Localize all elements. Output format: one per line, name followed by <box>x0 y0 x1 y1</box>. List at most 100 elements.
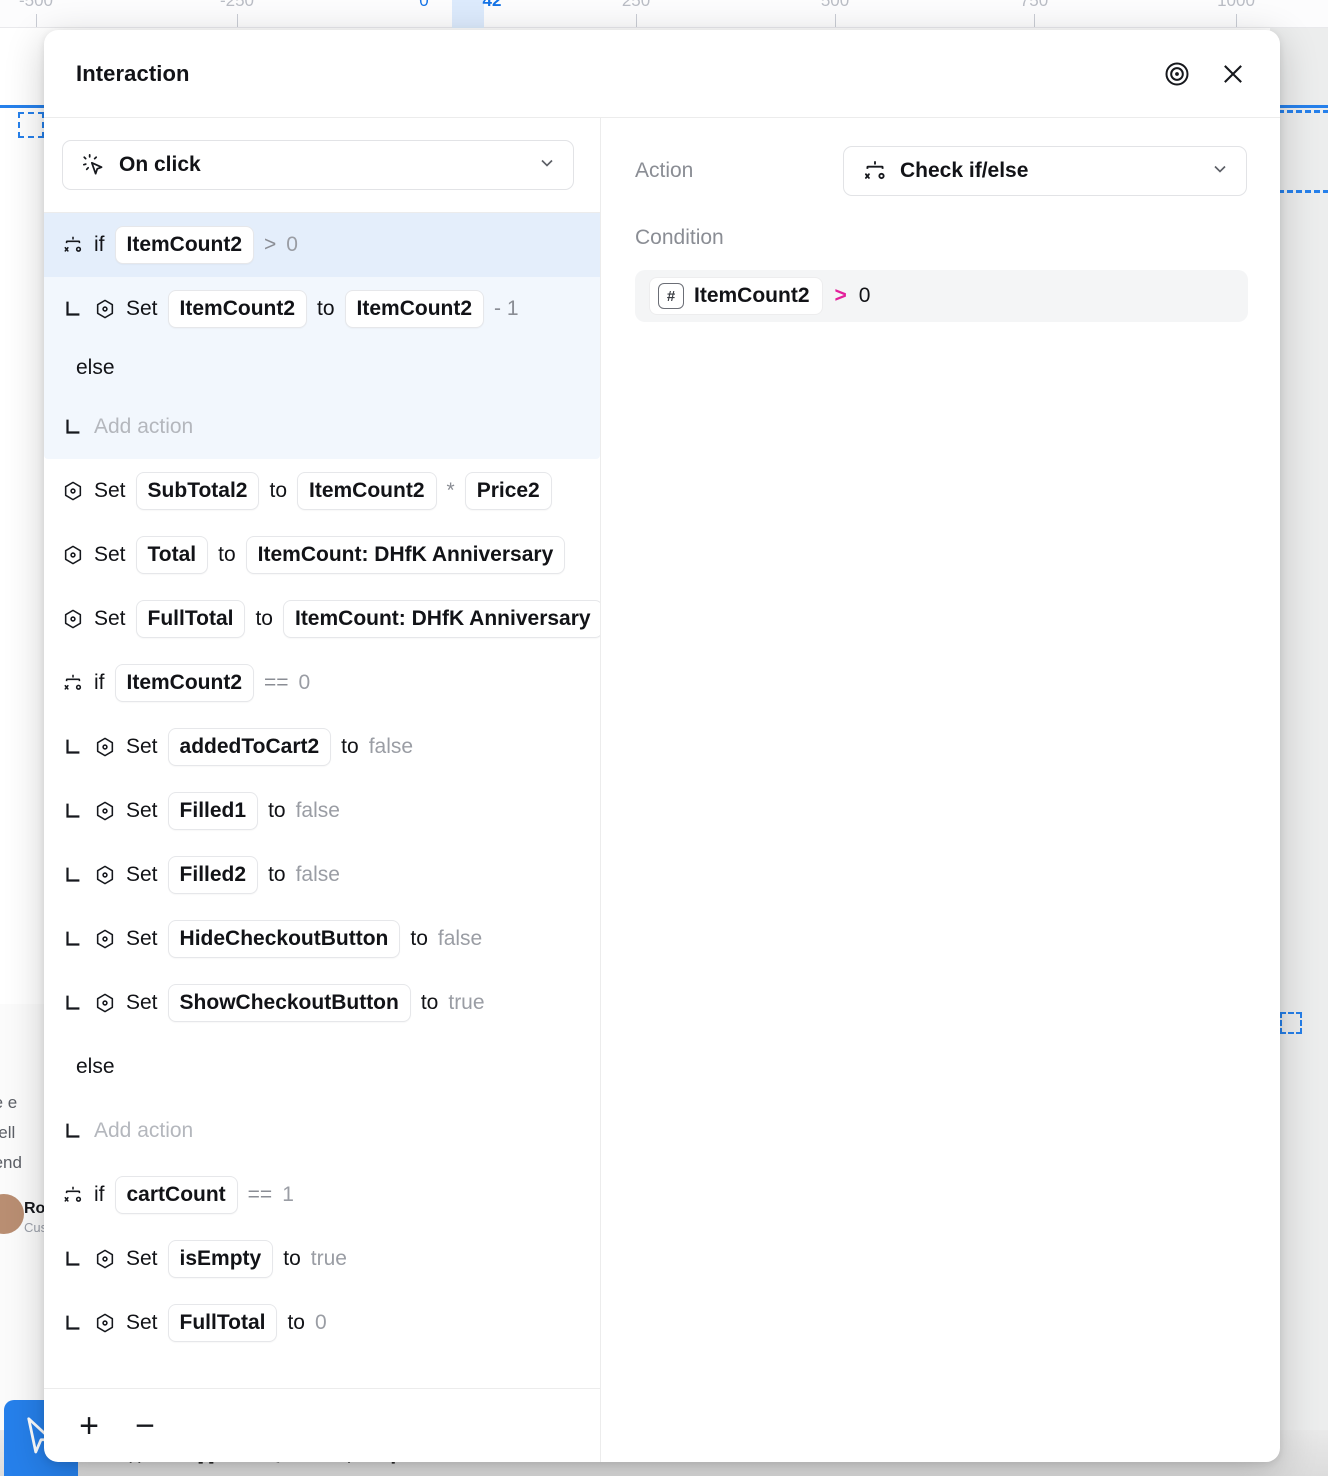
steps-scroll-area[interactable]: if ItemCount2 > 0 <box>44 213 600 1388</box>
if-operator: > <box>264 233 276 257</box>
condition-value[interactable]: 0 <box>859 284 871 308</box>
close-icon[interactable] <box>1216 57 1250 91</box>
set-target-token[interactable]: FullTotal <box>136 600 246 638</box>
add-step-button[interactable]: + <box>74 1409 104 1443</box>
step-if-cartcount-eq1[interactable]: if cartCount == 1 <box>44 1163 600 1227</box>
variable-icon <box>94 1246 116 1272</box>
action-field-row: Action Check if/else <box>635 146 1248 196</box>
step-set-showcheckoutbutton[interactable]: Set ShowCheckoutButton to true <box>44 971 600 1035</box>
to-keyword: to <box>268 863 286 887</box>
trigger-label: On click <box>119 153 201 177</box>
ruler-tick <box>636 14 637 27</box>
if-operator: == <box>248 1183 273 1207</box>
set-value-token[interactable]: ItemCount2 <box>297 472 437 510</box>
ruler-label: -250 <box>220 0 254 11</box>
if-variable-token[interactable]: cartCount <box>115 1176 238 1214</box>
if-else-icon <box>862 158 888 184</box>
set-value-token-2[interactable]: Price2 <box>465 472 552 510</box>
step-set-fulltotal-zero[interactable]: Set FullTotal to 0 <box>44 1291 600 1355</box>
selection-guide-mid <box>1278 190 1328 193</box>
else-add-action-row-2[interactable]: Add action <box>44 1099 600 1163</box>
set-target-token[interactable]: Filled2 <box>168 856 259 894</box>
set-keyword: Set <box>94 607 126 631</box>
add-action-placeholder-2[interactable]: Add action <box>94 1119 193 1143</box>
set-target-token[interactable]: FullTotal <box>168 1304 278 1342</box>
action-select[interactable]: Check if/else <box>843 146 1247 196</box>
ruler-label: 500 <box>821 0 849 11</box>
set-value-token[interactable]: ItemCount: DHfK Anniversary <box>246 536 566 574</box>
to-keyword: to <box>287 1311 305 1335</box>
branch-corner-icon <box>62 1312 84 1334</box>
step-set-subtotal2[interactable]: Set SubTotal2 to ItemCount2 * Price2 <box>44 459 600 523</box>
set-target-token[interactable]: Filled1 <box>168 792 259 830</box>
set-value: false <box>296 799 340 823</box>
add-action-placeholder[interactable]: Add action <box>94 415 193 439</box>
modal-body: On click <box>44 118 1280 1462</box>
ruler-tick <box>1236 14 1237 27</box>
to-keyword: to <box>269 479 287 503</box>
else-label: else <box>44 341 600 395</box>
condition-row[interactable]: # ItemCount2 > 0 <box>635 270 1248 322</box>
branch-corner-icon <box>62 416 84 438</box>
variable-icon <box>94 734 116 760</box>
set-target-token[interactable]: HideCheckoutButton <box>168 920 401 958</box>
to-keyword: to <box>341 735 359 759</box>
interaction-modal: Interaction <box>44 30 1280 1462</box>
set-keyword: Set <box>126 735 158 759</box>
step-set-filled1[interactable]: Set Filled1 to false <box>44 779 600 843</box>
branch-corner-icon <box>62 298 84 320</box>
ruler-tick <box>36 14 37 27</box>
variable-icon <box>94 798 116 824</box>
if-keyword: if <box>94 233 105 257</box>
if-value: 1 <box>282 1183 294 1207</box>
ruler-label-selected: 42 <box>483 0 502 11</box>
set-value-token[interactable]: ItemCount: DHfK Anniversary <box>283 600 600 638</box>
to-keyword: to <box>283 1247 301 1271</box>
else-label-2: else <box>44 1035 600 1099</box>
if-block-selected[interactable]: if ItemCount2 > 0 <box>44 213 600 459</box>
step-set-total[interactable]: Set Total to ItemCount: DHfK Anniversary <box>44 523 600 587</box>
set-value: false <box>369 735 413 759</box>
set-target-token[interactable]: isEmpty <box>168 1240 274 1278</box>
set-target-token[interactable]: addedToCart2 <box>168 728 332 766</box>
ruler-label: 750 <box>1020 0 1048 11</box>
step-set-isempty[interactable]: Set isEmpty to true <box>44 1227 600 1291</box>
condition-variable-label: ItemCount2 <box>694 284 810 308</box>
if-condition-row[interactable]: if ItemCount2 > 0 <box>44 213 600 277</box>
selection-handle-box[interactable] <box>1280 1012 1302 1034</box>
set-target-token[interactable]: SubTotal2 <box>136 472 260 510</box>
if-variable-token[interactable]: ItemCount2 <box>115 664 255 702</box>
step-if-itemcount2-eq0[interactable]: if ItemCount2 == 0 <box>44 651 600 715</box>
variable-icon <box>94 862 116 888</box>
set-keyword: Set <box>126 1311 158 1335</box>
else-add-action-row[interactable]: Add action <box>44 395 600 459</box>
selection-handle-box-left[interactable] <box>18 112 44 138</box>
set-keyword: Set <box>126 927 158 951</box>
set-value: false <box>438 927 482 951</box>
set-target-token[interactable]: ItemCount2 <box>168 290 308 328</box>
condition-label: Condition <box>635 226 1248 250</box>
if-variable-token[interactable]: ItemCount2 <box>115 226 255 264</box>
page-title: Interaction <box>76 61 190 87</box>
set-target-token[interactable]: Total <box>136 536 209 574</box>
variable-icon <box>62 478 84 504</box>
step-set-addedtocart2[interactable]: Set addedToCart2 to false <box>44 715 600 779</box>
set-value-token[interactable]: ItemCount2 <box>345 290 485 328</box>
to-keyword: to <box>410 927 428 951</box>
set-target-token[interactable]: ShowCheckoutButton <box>168 984 411 1022</box>
condition-operator[interactable]: > <box>835 284 847 308</box>
set-value: 0 <box>315 1311 327 1335</box>
if-then-action-row[interactable]: Set ItemCount2 to ItemCount2 - 1 <box>44 277 600 341</box>
remove-step-button[interactable]: − <box>130 1409 160 1443</box>
target-icon[interactable] <box>1160 57 1194 91</box>
step-set-filled2[interactable]: Set Filled2 to false <box>44 843 600 907</box>
horizontal-ruler[interactable]: -500 -250 0 42 250 500 750 1000 <box>0 0 1328 28</box>
set-keyword: Set <box>126 799 158 823</box>
if-else-icon <box>62 671 84 695</box>
step-set-hidecheckoutbutton[interactable]: Set HideCheckoutButton to false <box>44 907 600 971</box>
step-set-fulltotal[interactable]: Set FullTotal to ItemCount: DHfK Anniver… <box>44 587 600 651</box>
condition-variable-token[interactable]: # ItemCount2 <box>649 277 823 315</box>
action-label: Action <box>635 159 843 183</box>
trigger-select[interactable]: On click <box>62 140 574 190</box>
ruler-label: 0 <box>419 0 428 11</box>
